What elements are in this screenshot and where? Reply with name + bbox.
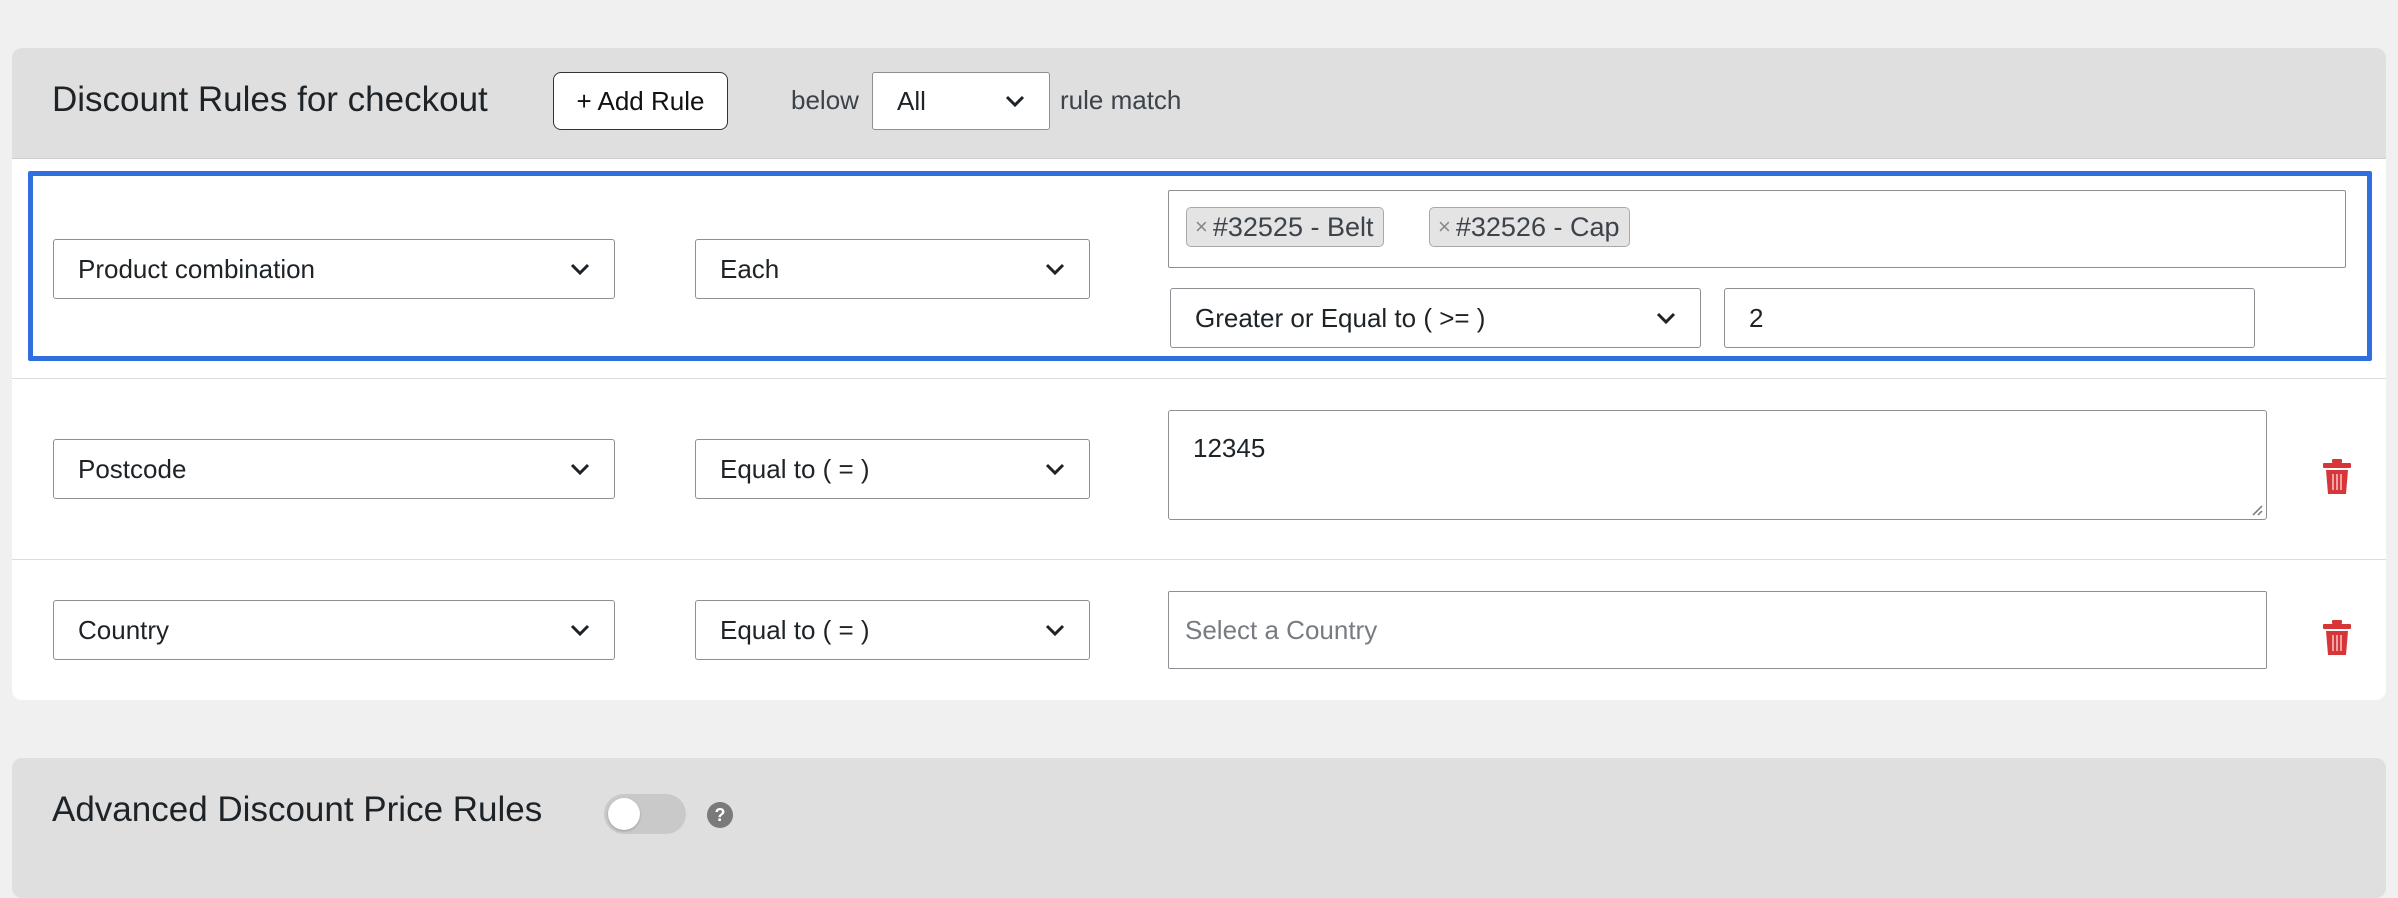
toggle-knob [608, 798, 640, 830]
rule-2-condition-value: Postcode [78, 453, 187, 484]
rule-3-operator-value: Equal to ( = ) [720, 614, 870, 645]
rule-divider [12, 378, 2386, 379]
chevron-down-icon [570, 624, 590, 636]
rule-2-condition-select[interactable]: Postcode [53, 439, 615, 499]
chevron-down-icon [1005, 95, 1025, 107]
rule-3-condition-value: Country [78, 614, 170, 645]
chevron-down-icon [570, 463, 590, 475]
resize-handle-icon[interactable] [2249, 502, 2263, 516]
chevron-down-icon [1045, 263, 1065, 275]
product-tag-label: #32525 - Belt [1212, 211, 1374, 242]
product-tag: × #32525 - Belt [1186, 207, 1385, 247]
rule-2-operator-select[interactable]: Equal to ( = ) [695, 439, 1090, 499]
rule-1-condition-select[interactable]: Product combination [53, 239, 615, 299]
rule-match-label: rule match [1060, 85, 1182, 115]
postcode-textarea[interactable]: 12345 [1168, 410, 2267, 520]
rule-match-select[interactable]: All [872, 72, 1050, 130]
help-icon[interactable]: ? [707, 802, 733, 828]
add-rule-button[interactable]: + Add Rule [553, 72, 728, 130]
advanced-rules-toggle[interactable] [604, 794, 686, 834]
quantity-operator-value: Greater or Equal to ( >= ) [1195, 302, 1486, 333]
chevron-down-icon [1045, 463, 1065, 475]
product-tag: × #32526 - Cap [1429, 207, 1631, 247]
rule-1-operator-select[interactable]: Each [695, 239, 1090, 299]
country-select-input[interactable]: Select a Country [1168, 591, 2267, 669]
rule-match-select-value: All [897, 85, 926, 116]
panel-title: Discount Rules for checkout [52, 80, 488, 119]
rule-1-condition-value: Product combination [78, 253, 316, 284]
quantity-input-value: 2 [1749, 302, 1764, 333]
product-multiselect[interactable]: × #32525 - Belt × #32526 - Cap [1168, 190, 2346, 268]
tag-remove-icon[interactable]: × [1195, 214, 1208, 240]
discount-rules-panel: Discount Rules for checkout + Add Rule b… [12, 48, 2386, 700]
below-label: below [791, 85, 859, 115]
delete-rule-2-trash-icon[interactable] [2322, 459, 2352, 495]
rule-divider [12, 559, 2386, 560]
rule-1-operator-value: Each [720, 253, 780, 284]
postcode-value: 12345 [1193, 433, 1266, 463]
advanced-panel-title: Advanced Discount Price Rules [52, 790, 543, 829]
rule-2-operator-value: Equal to ( = ) [720, 453, 870, 484]
rule-3-condition-select[interactable]: Country [53, 600, 615, 660]
rule-3-operator-select[interactable]: Equal to ( = ) [695, 600, 1090, 660]
chevron-down-icon [570, 263, 590, 275]
quantity-input[interactable]: 2 [1724, 288, 2255, 348]
chevron-down-icon [1045, 624, 1065, 636]
advanced-discount-panel: Advanced Discount Price Rules ? [12, 758, 2386, 898]
quantity-operator-select[interactable]: Greater or Equal to ( >= ) [1170, 288, 1701, 348]
delete-rule-3-trash-icon[interactable] [2322, 620, 2352, 656]
tag-remove-icon[interactable]: × [1438, 214, 1451, 240]
chevron-down-icon [1656, 312, 1676, 324]
country-placeholder: Select a Country [1185, 614, 1378, 645]
panel-header: Discount Rules for checkout + Add Rule b… [12, 48, 2386, 159]
product-tag-label: #32526 - Cap [1455, 211, 1620, 242]
